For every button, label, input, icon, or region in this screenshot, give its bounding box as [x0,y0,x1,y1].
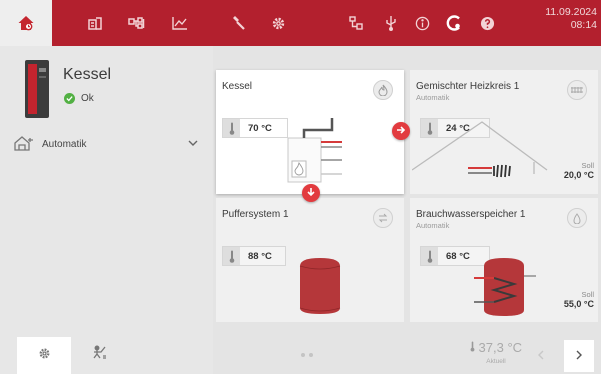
card-kessel[interactable]: Kessel 70 °C [216,70,404,194]
chevron-right-icon [576,347,582,365]
chevron-left-icon [538,347,544,365]
flame-icon [373,80,393,100]
previous-page-button[interactable] [526,340,556,372]
card-title: Puffersystem 1 [222,209,289,220]
top-navigation-bar: 11.09.2024 08:14 [0,0,601,46]
buffer-tank-icon [373,208,393,228]
gear-icon [271,16,286,31]
buffer-tank-diagram [299,258,341,314]
card-hot-water-tank[interactable]: Brauchwasserspeicher 1 Automatik 68 °C S… [410,198,598,322]
temperature-display: 70 °C [222,118,288,138]
arrow-down-icon [306,184,316,202]
help-icon [480,16,495,31]
info-icon [415,16,430,31]
thermometer-icon [223,119,240,137]
building-icon [87,15,103,31]
chimney-sweep-icon [91,345,107,366]
next-page-button[interactable] [564,340,594,372]
card-title: Kessel [222,81,253,92]
water-drop-icon [567,208,587,228]
outdoor-temperature-value: 37,3 °C [478,340,523,355]
setpoint-label: Soll [581,161,594,170]
page-dot [301,353,305,357]
usb-icon [385,15,397,31]
card-buffer-system[interactable]: Puffersystem 1 88 °C [216,198,404,322]
network-icon [128,16,146,30]
service-button[interactable] [223,0,253,46]
card-subtitle: Automatik [416,221,450,230]
thermometer-icon [470,341,475,352]
building-button[interactable] [80,0,110,46]
navigate-down-arrow[interactable] [302,184,320,202]
setpoint-label: Soll [581,290,594,299]
chart-icon [172,16,188,30]
navigate-right-arrow[interactable] [392,122,410,140]
info-button[interactable] [408,0,436,46]
temperature-display: 88 °C [222,246,286,266]
gear-icon [38,347,51,365]
setpoint-value: 55,0 °C [563,299,594,309]
outdoor-temperature-value-wrap: 37,3 °C [470,340,522,355]
setpoint: Soll 55,0 °C [564,290,594,309]
setpoint-value: 20,0 °C [563,170,594,180]
chart-button[interactable] [165,0,195,46]
wrench-icon [230,15,246,31]
device-status: Ok [64,93,94,104]
operating-mode-icon [14,135,34,154]
settings-nav-button[interactable] [263,0,293,46]
chevron-down-icon [188,139,198,150]
page-indicator [301,353,313,357]
card-title: Gemischter Heizkreis 1 [416,81,520,92]
card-heating-circuit[interactable]: Gemischter Heizkreis 1 Automatik 24 °C S… [410,70,598,194]
temperature-value: 88 °C [248,250,272,262]
page-dot [309,353,313,357]
clock-date: 11.09.2024 [545,6,597,18]
boiler-diagram [287,118,342,183]
thermometer-icon [421,247,438,265]
temperature-value: 68 °C [446,250,470,262]
operating-mode-select[interactable]: Automatik [14,129,210,159]
settings-button[interactable] [17,337,71,374]
home-icon [17,14,35,32]
device-title: Kessel [63,66,112,83]
connect-button[interactable] [440,0,468,46]
clock-time: 08:14 [570,19,597,31]
plc-button[interactable] [341,0,371,46]
house-diagram [412,121,548,178]
arrow-right-icon [396,122,406,140]
clock: 11.09.2024 08:14 [545,6,597,32]
plc-icon [349,16,363,30]
operating-mode-value: Automatik [42,138,87,150]
card-subtitle: Automatik [416,93,450,102]
card-title: Brauchwasserspeicher 1 [416,209,526,220]
chimney-sweep-button[interactable] [72,337,126,374]
temperature-value: 70 °C [248,122,272,134]
connect-icon [446,15,462,31]
usb-button[interactable] [378,0,404,46]
hot-water-tank-diagram [474,258,536,316]
check-icon [64,93,75,104]
status-text: Ok [81,93,94,104]
help-button[interactable] [473,0,501,46]
home-button[interactable] [0,0,52,46]
thermometer-icon [223,247,240,265]
boiler-device-icon [22,60,52,125]
radiator-icon [567,80,587,100]
network-button[interactable] [122,0,152,46]
setpoint: Soll 20,0 °C [564,161,594,180]
